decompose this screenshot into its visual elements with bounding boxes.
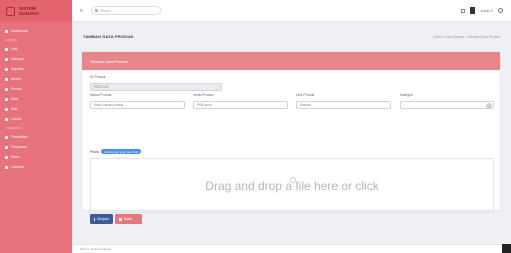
report-icon: [5, 165, 8, 169]
format-badge: Format jpg, png max 2mb: [101, 149, 142, 154]
sidebar-section-transaksi: TRANSAKSI: [5, 126, 23, 130]
sales-icon: [5, 145, 8, 149]
sidebar-item-label: Merek: [11, 77, 21, 81]
search-placeholder: Search...: [100, 8, 115, 13]
purchase-icon: [5, 135, 8, 139]
sidebar-item-kategori[interactable]: Kategori: [0, 54, 72, 64]
card-body: ID Produk PRD-015 Nama Produk Ketik nama…: [82, 70, 500, 224]
category-label: Kategori: [400, 93, 414, 97]
sidebar-item-label: Lokasi: [11, 117, 22, 121]
shelf-icon: [5, 107, 8, 111]
avatar[interactable]: [470, 7, 476, 14]
footer-text: 2024 © Sistem Gudang: [80, 247, 112, 251]
product-type-field[interactable]: Pilih jenis: [193, 101, 288, 109]
sidebar-item-pembelian[interactable]: Pembelian: [0, 132, 72, 142]
scroll-to-top-button[interactable]: [502, 244, 511, 253]
sidebar-item-label: Retur: [11, 155, 20, 159]
location-icon: [5, 117, 8, 121]
sidebar-item-supplier[interactable]: Supplier: [0, 64, 72, 74]
sidebar-item-label: Unit: [11, 47, 18, 51]
topbar-actions: Admin ▾: [461, 7, 503, 14]
sidebar-item-lokasi[interactable]: Lokasi: [0, 114, 72, 124]
logo-icon: [6, 6, 15, 16]
sidebar-item-label: Penjualan: [11, 145, 27, 149]
dashboard-icon: [5, 29, 8, 33]
brand-logo[interactable]: SISTEM GUDANG: [0, 0, 72, 22]
sidebar-item-laporan[interactable]: Laporan: [0, 162, 72, 172]
product-id-value: PRD-015: [94, 85, 109, 89]
sidebar-item-merek[interactable]: Merek: [0, 74, 72, 84]
category-icon: [5, 57, 8, 61]
sidebar-item-label: Laporan: [11, 165, 24, 169]
fullscreen-icon[interactable]: [461, 8, 466, 13]
sidebar-item-label: Pembelian: [11, 135, 28, 139]
save-label: Simpan: [97, 217, 109, 221]
id-label: ID Produk: [90, 75, 106, 79]
sidebar-item-produk[interactable]: Produk: [0, 84, 72, 94]
product-id-field: PRD-015: [90, 83, 222, 91]
photo-label-row: Photo Format jpg, png max 2mb: [90, 149, 142, 154]
name-label: Nama Produk: [90, 93, 112, 97]
gear-icon[interactable]: [498, 8, 503, 13]
page-header: TAMBAH DATA PRODUK Home / Data Master / …: [72, 34, 511, 39]
product-icon: [5, 87, 8, 91]
product-name-placeholder: Ketik nama produk: [94, 103, 124, 107]
sidebar-item-label: Kategori: [11, 57, 25, 61]
brand-line-2: GUDANG: [19, 11, 39, 16]
cancel-label: Batal: [124, 217, 132, 221]
breadcrumb[interactable]: Home / Data Master / Tambah Data Produk: [433, 35, 500, 39]
card-header: Tambah Data Produk: [82, 52, 500, 70]
sidebar-item-label: Produk: [11, 87, 23, 91]
save-button[interactable]: Simpan: [90, 214, 113, 224]
page-title: TAMBAH DATA PRODUK: [83, 34, 134, 39]
file-dropzone[interactable]: Drag and drop a file here or click: [90, 158, 494, 213]
category-selected-value: -: [404, 103, 406, 107]
product-unit-placeholder: Satuan: [300, 103, 312, 107]
cancel-icon: [119, 217, 122, 221]
brand-icon: [5, 77, 8, 81]
sidebar-item-dashboard[interactable]: Dashboard: [0, 26, 72, 36]
sidebar-item-label: Stok: [11, 97, 19, 101]
product-name-field[interactable]: Ketik nama produk: [90, 101, 185, 109]
topbar: ≡ Search... Admin ▾: [72, 0, 511, 22]
footer: 2024 © Sistem Gudang: [72, 244, 511, 253]
return-icon: [5, 155, 8, 159]
search-input[interactable]: Search...: [91, 6, 161, 15]
product-form-card: Tambah Data Produk ID Produk PRD-015 Nam…: [81, 51, 501, 224]
sidebar-item-penjualan[interactable]: Penjualan: [0, 142, 72, 152]
sidebar-menu: Dashboard MASTER Unit Kategori Supplier …: [0, 26, 72, 172]
sidebar-item-rak[interactable]: Rak: [0, 104, 72, 114]
sidebar-item-label: Dashboard: [11, 29, 29, 33]
chevron-down-icon: [486, 102, 492, 109]
upload-icon: [290, 177, 296, 183]
stock-icon: [5, 97, 8, 101]
product-type-placeholder: Pilih jenis: [197, 103, 212, 107]
user-menu[interactable]: Admin ▾: [480, 9, 493, 13]
save-icon: [94, 217, 96, 221]
supplier-icon: [5, 67, 8, 71]
sidebar-section-master: MASTER: [5, 38, 18, 42]
sidebar-item-stok[interactable]: Stok: [0, 94, 72, 104]
sidebar-item-label: Rak: [11, 107, 18, 111]
type-label: Jenis Produk: [193, 93, 214, 97]
cancel-button[interactable]: Batal: [115, 214, 142, 224]
sidebar-item-retur[interactable]: Retur: [0, 152, 72, 162]
search-icon: [95, 9, 98, 12]
menu-toggle-icon[interactable]: ≡: [80, 8, 85, 14]
photo-label: Photo: [90, 149, 100, 154]
category-select[interactable]: -: [400, 101, 494, 109]
sidebar-item-label: Supplier: [11, 67, 24, 71]
sidebar-item-unit[interactable]: Unit: [0, 44, 72, 54]
unit-icon: [5, 47, 8, 51]
product-unit-field[interactable]: Satuan: [296, 101, 391, 109]
unit-label: Unit Produk: [296, 93, 315, 97]
sidebar: SISTEM GUDANG Dashboard MASTER Unit Kate…: [0, 0, 72, 253]
